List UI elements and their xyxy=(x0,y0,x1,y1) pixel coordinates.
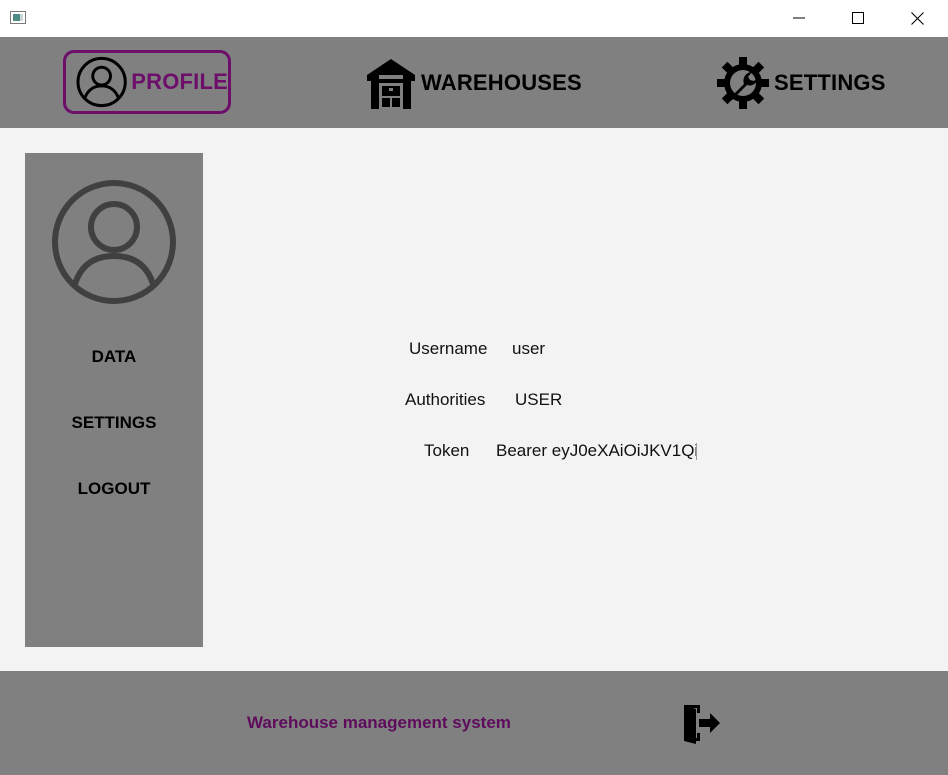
username-label: Username xyxy=(409,339,488,358)
window-titlebar xyxy=(0,0,948,37)
sidebar-item-settings[interactable]: SETTINGS xyxy=(25,413,203,433)
sidebar-item-data[interactable]: DATA xyxy=(25,347,203,367)
token-field[interactable] xyxy=(494,438,702,464)
footer-bar: Warehouse management system xyxy=(0,671,948,775)
top-navigation: PROFILE WAREHOUSES SETTINGS xyxy=(0,37,948,128)
token-label: Token xyxy=(424,441,470,460)
close-icon xyxy=(910,11,924,25)
user-avatar-icon xyxy=(52,180,176,304)
close-button[interactable] xyxy=(894,0,940,36)
authorities-label: Authorities xyxy=(405,390,486,409)
nav-settings-button[interactable]: SETTINGS xyxy=(716,56,886,110)
minimize-button[interactable] xyxy=(776,0,822,36)
gear-wrench-icon xyxy=(717,57,769,109)
nav-profile-button[interactable]: PROFILE xyxy=(63,50,231,114)
app-icon xyxy=(10,11,26,24)
text-caret xyxy=(696,443,697,460)
warehouse-icon xyxy=(367,59,415,109)
sidebar-item-logout[interactable]: LOGOUT xyxy=(25,479,203,499)
minimize-icon xyxy=(793,17,805,19)
user-circle-icon xyxy=(76,56,127,108)
nav-settings-label: SETTINGS xyxy=(774,70,886,95)
username-value: user xyxy=(512,339,546,358)
app-title: Warehouse management system xyxy=(247,713,511,732)
profile-sidebar: DATA SETTINGS LOGOUT xyxy=(25,153,203,647)
nav-warehouses-label: WAREHOUSES xyxy=(421,70,582,95)
maximize-icon xyxy=(852,12,864,24)
maximize-button[interactable] xyxy=(835,0,881,36)
exit-door-icon xyxy=(684,705,720,744)
nav-warehouses-button[interactable]: WAREHOUSES xyxy=(365,56,582,110)
authorities-value: USER xyxy=(515,390,563,409)
exit-button[interactable] xyxy=(680,702,722,744)
nav-profile-label: PROFILE xyxy=(131,69,228,94)
